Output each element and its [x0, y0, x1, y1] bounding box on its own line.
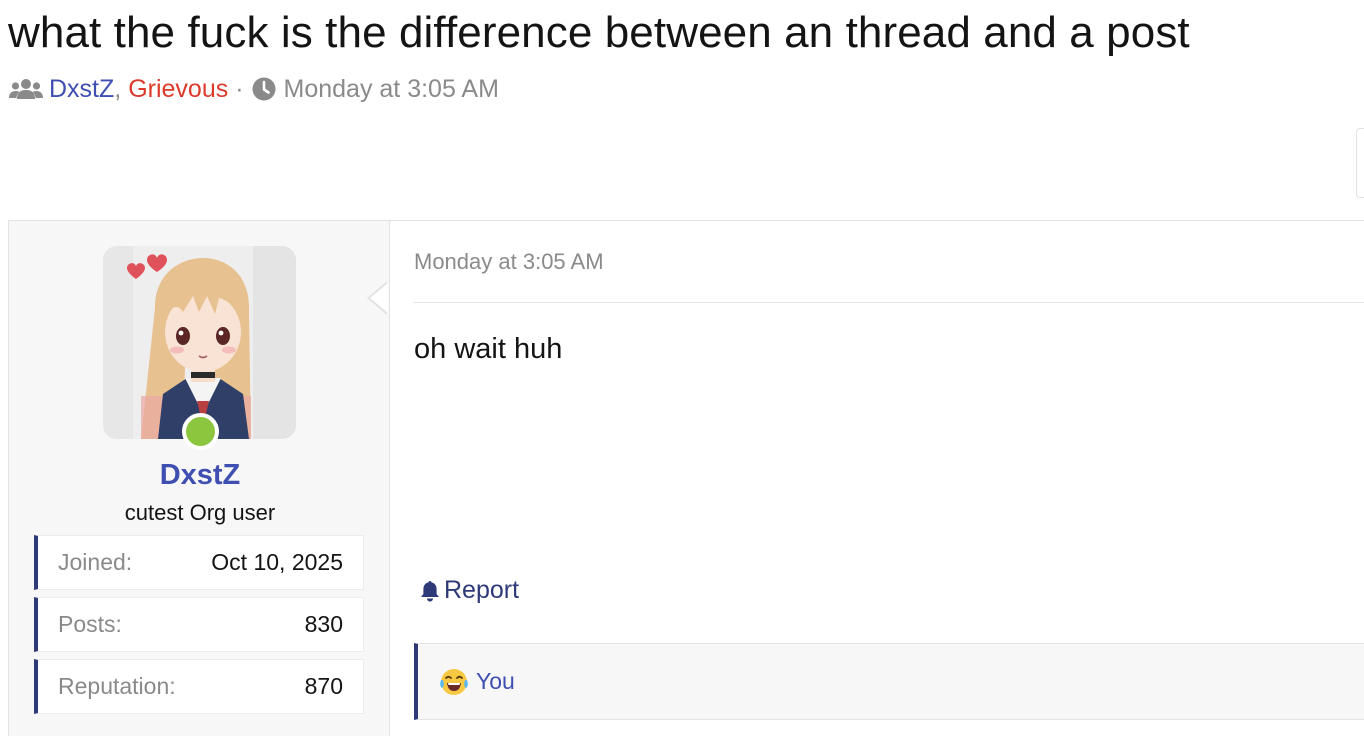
stat-value: 830: [304, 611, 343, 637]
users-icon: [9, 79, 43, 99]
stat-label: Posts:: [58, 611, 122, 637]
stat-label: Joined:: [58, 549, 133, 575]
page-edge-widget[interactable]: [1356, 128, 1364, 198]
laughing-crying-emoji-icon: [440, 668, 468, 695]
participant-link-dxstz[interactable]: DxstZ: [49, 75, 114, 104]
post-date-link[interactable]: Monday at 3:05 AM: [414, 249, 604, 275]
online-status-indicator: [182, 413, 219, 450]
post-author-username[interactable]: DxstZ: [9, 459, 391, 492]
reactions-bar: You: [414, 643, 1364, 720]
stat-posts: Posts: 830: [34, 597, 364, 652]
participant-link-grievous[interactable]: Grievous: [128, 75, 228, 104]
report-button[interactable]: Report: [420, 576, 519, 605]
stat-value: 870: [304, 673, 343, 699]
post-content: Monday at 3:05 AM oh wait huh Report You: [390, 221, 1364, 736]
participants-separator: ,: [114, 74, 122, 103]
stat-label: Reputation:: [58, 673, 176, 699]
stat-joined: Joined: Oct 10, 2025: [34, 535, 364, 590]
user-avatar[interactable]: [103, 246, 296, 439]
post-header-divider: [414, 302, 1364, 303]
bell-icon: [421, 580, 439, 601]
post-user-panel: DxstZ cutest Org user Joined: Oct 10, 20…: [8, 221, 390, 736]
post: DxstZ cutest Org user Joined: Oct 10, 20…: [8, 220, 1364, 736]
stat-value: Oct 10, 2025: [211, 549, 343, 575]
thread-date-link[interactable]: Monday at 3:05 AM: [284, 75, 499, 104]
thread-title: what the fuck is the difference between …: [8, 8, 1190, 57]
stat-reputation: Reputation: 870: [34, 659, 364, 714]
message-arrow-fill: [370, 283, 388, 313]
anime-avatar-image: [103, 246, 296, 439]
reactions-list-link[interactable]: You: [476, 668, 515, 695]
report-label: Report: [444, 576, 520, 604]
thread-meta: DxstZ , Grievous · Monday at 3:05 AM: [9, 74, 499, 104]
post-body: oh wait huh: [414, 333, 563, 365]
meta-separator: ·: [235, 74, 244, 103]
post-author-title: cutest Org user: [124, 500, 276, 525]
clock-icon: [252, 77, 276, 101]
